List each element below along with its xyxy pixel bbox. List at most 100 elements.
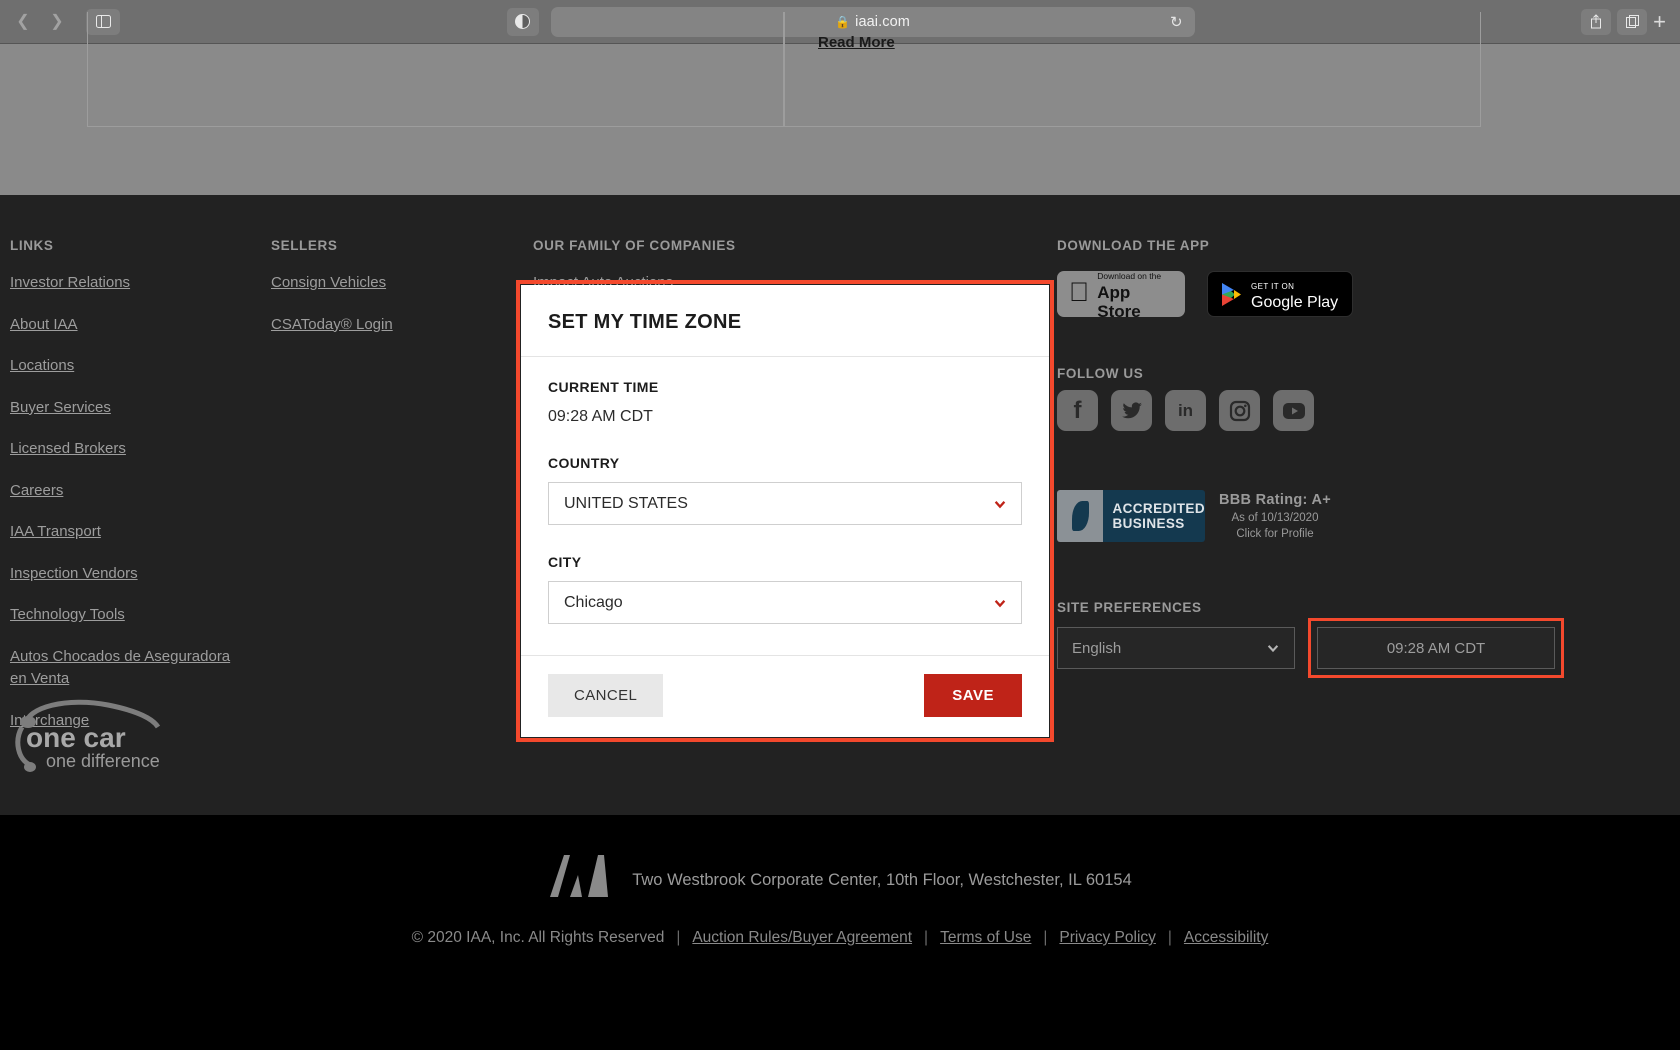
linkedin-icon[interactable]: in [1165,390,1206,431]
content-card-right [784,12,1481,127]
footer-family-title: OUR FAMILY OF COMPANIES [533,238,736,253]
toolbar-right-buttons: + [1581,8,1672,35]
bbb-flame-glyph [1071,501,1089,531]
read-more-link[interactable]: Read More [818,34,895,51]
screenshot-root: ❮ ❯ 🔒 iaai.com ↻ + Read More LINKS Inves… [0,0,1680,1050]
legal-separator-1: | [676,929,681,946]
city-value: Chicago [564,593,623,611]
company-address: Two Westbrook Corporate Center, 10th Flo… [632,870,1132,889]
save-button[interactable]: SAVE [924,674,1022,717]
youtube-icon[interactable] [1273,390,1314,431]
app-store-badge[interactable]:  Download on the App Store [1057,271,1185,320]
google-play-small: GET IT ON [1251,282,1295,291]
google-play-large: Google Play [1251,294,1339,311]
legal-link-privacy-policy[interactable]: Privacy Policy [1059,929,1155,947]
city-label: CITY [548,554,582,570]
city-select[interactable]: Chicago [548,581,1022,624]
share-icon[interactable] [1581,8,1612,35]
bbb-accreditation[interactable]: ACCREDITED BUSINESS BBB Rating: A+ As of… [1057,490,1331,542]
chevron-down-icon [994,599,1006,607]
back-button[interactable]: ❮ [8,9,38,35]
footer-link-about-iaa[interactable]: About IAA [10,314,240,337]
footer-column-links: LINKS Investor Relations About IAA Locat… [10,238,240,732]
forward-button[interactable]: ❯ [42,9,72,35]
google-play-text: GET IT ON Google Play [1251,276,1338,312]
modal-header: SET MY TIME ZONE [521,285,1049,357]
legal-link-accessibility[interactable]: Accessibility [1184,929,1268,947]
timezone-button-wrap: 09:28 AM CDT [1308,618,1564,678]
one-car-one-difference-logo: one car one difference [8,695,183,780]
legal-separator-4: | [1167,929,1172,946]
modal-body: CURRENT TIME 09:28 AM CDT COUNTRY UNITED… [521,357,1049,655]
apple-logo-icon:  [1069,278,1089,306]
legal-separator-3: | [1043,929,1048,946]
country-label: COUNTRY [548,455,620,471]
bbb-click-profile[interactable]: Click for Profile [1219,528,1331,540]
app-store-text: Download on the App Store [1097,266,1173,322]
language-select[interactable]: English [1057,627,1295,669]
bbb-badge: ACCREDITED BUSINESS [1057,490,1205,542]
country-select[interactable]: UNITED STATES [548,482,1022,525]
bbb-accredited-line2: BUSINESS [1112,516,1185,531]
footer-links-title: LINKS [10,238,54,253]
footer-link-consign-vehicles[interactable]: Consign Vehicles [271,272,501,295]
one-car-text: one car [26,722,126,753]
twitter-bird-glyph [1121,401,1142,418]
footer-link-autos-chocados[interactable]: Autos Chocados de Aseguradora en Venta [10,646,240,691]
footer-link-inspection-vendors[interactable]: Inspection Vendors [10,563,240,586]
chevron-down-icon [1267,645,1279,653]
plus-icon[interactable]: + [1653,9,1666,35]
facebook-icon[interactable]: f [1057,390,1098,431]
social-links: f in [1057,390,1314,431]
footer-link-technology-tools[interactable]: Technology Tools [10,604,240,627]
cancel-button[interactable]: CANCEL [548,674,664,717]
bbb-accredited-line1: ACCREDITED [1112,500,1205,516]
chevron-down-icon [994,500,1006,508]
address-row: Two Westbrook Corporate Center, 10th Flo… [0,853,1680,907]
copyright-text: © 2020 IAA, Inc. All Rights Reserved [411,929,665,946]
share-glyph [1591,14,1602,29]
app-store-large: App Store [1077,284,1159,321]
current-time-value: 09:28 AM CDT [548,408,653,425]
footer-column-app: DOWNLOAD THE APP  Download on the App S… [1057,238,1657,320]
nav-buttons: ❮ ❯ [8,9,72,35]
footer-link-locations[interactable]: Locations [10,355,240,378]
footer-link-careers[interactable]: Careers [10,480,240,503]
twitter-icon[interactable] [1111,390,1152,431]
legal-separator-2: | [924,929,929,946]
iaa-logo-icon [548,853,610,907]
legal-link-auction-rules[interactable]: Auction Rules/Buyer Agreement [692,929,912,947]
site-preferences-title: SITE PREFERENCES [1057,600,1202,615]
tabs-glyph [1625,15,1639,28]
bbb-info: BBB Rating: A+ As of 10/13/2020 Click fo… [1219,492,1331,540]
bbb-as-of: As of 10/13/2020 [1231,512,1319,524]
language-value: English [1072,639,1122,657]
new-tab-overview-icon[interactable] [1617,8,1648,35]
bbb-logo-icon [1057,490,1104,542]
set-time-zone-modal: SET MY TIME ZONE CURRENT TIME 09:28 AM C… [521,285,1049,737]
app-badges:  Download on the App Store [1057,271,1657,320]
google-play-icon [1222,282,1241,306]
footer-app-title: DOWNLOAD THE APP [1057,238,1210,253]
page-content-area: Read More [0,12,1680,195]
bbb-badge-text: ACCREDITED BUSINESS [1103,490,1205,542]
iaa-logo-glyph [550,855,609,897]
footer-bottom-bar: Two Westbrook Corporate Center, 10th Flo… [0,815,1680,1050]
footer-link-licensed-brokers[interactable]: Licensed Brokers [10,438,240,461]
footer-link-iaa-transport[interactable]: IAA Transport [10,521,240,544]
timezone-button[interactable]: 09:28 AM CDT [1317,627,1555,669]
instagram-icon[interactable] [1219,390,1260,431]
google-play-badge[interactable]: GET IT ON Google Play [1207,271,1353,317]
footer-column-sellers: SELLERS Consign Vehicles CSAToday® Login [271,238,501,336]
site-preferences-controls: English 09:28 AM CDT [1057,618,1564,678]
footer-link-investor-relations[interactable]: Investor Relations [10,272,240,295]
modal-footer: CANCEL SAVE [521,655,1049,737]
footer-sellers-title: SELLERS [271,238,338,253]
instagram-glyph [1229,400,1250,421]
bbb-rating: BBB Rating: A+ [1219,492,1332,508]
legal-link-terms-of-use[interactable]: Terms of Use [940,929,1031,947]
footer-link-buyer-services[interactable]: Buyer Services [10,397,240,420]
one-difference-text: one difference [46,751,160,771]
footer-link-csatoday-login[interactable]: CSAToday® Login [271,314,501,337]
footer-follow-title: FOLLOW US [1057,366,1144,381]
